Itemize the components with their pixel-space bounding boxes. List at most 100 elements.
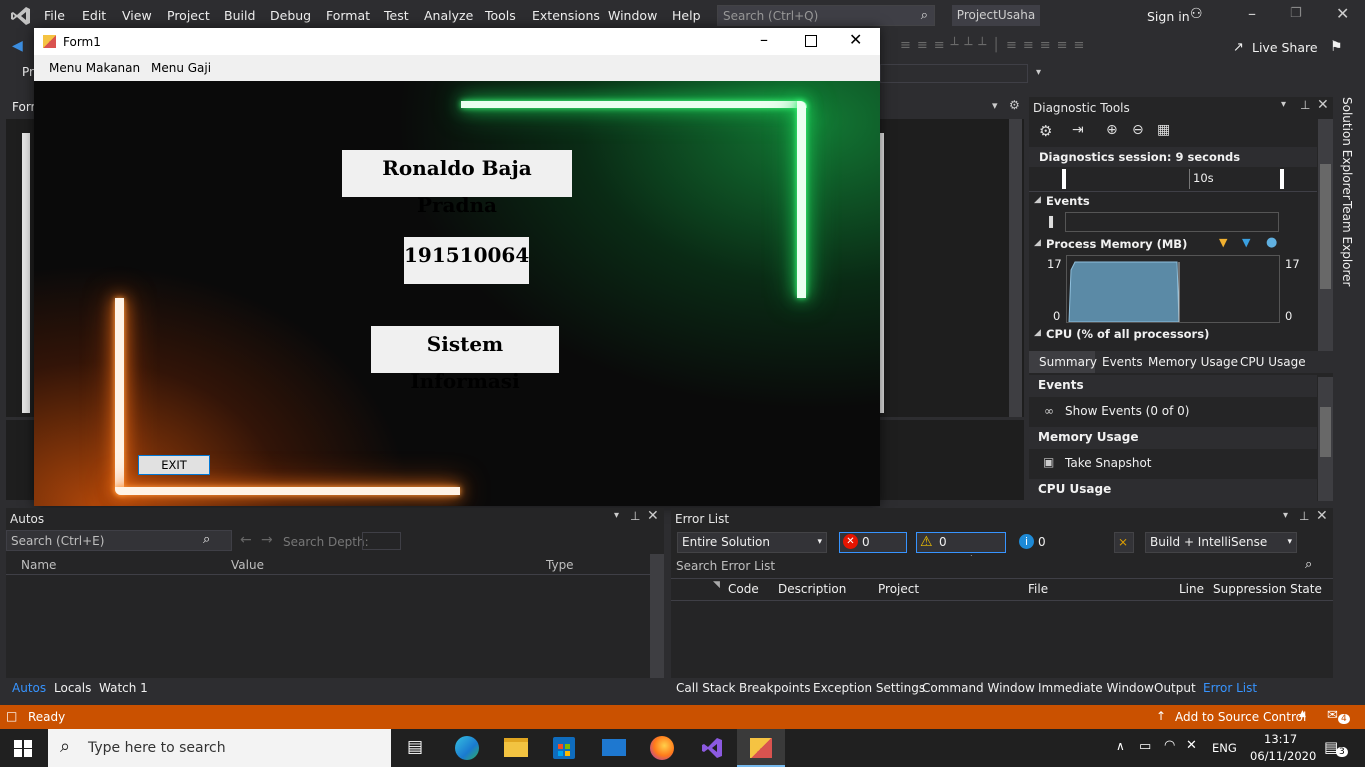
tab-events[interactable]: Events	[1102, 355, 1143, 369]
errors-menu-icon[interactable]: ▾	[1283, 510, 1288, 521]
taskbar-search-box[interactable]: ⌕ Type here to search	[48, 729, 391, 767]
menu-build[interactable]: Build	[224, 8, 255, 23]
col-file[interactable]: File	[1028, 582, 1048, 596]
file-explorer-icon[interactable]	[504, 738, 528, 757]
menu-gaji[interactable]: Menu Gaji	[151, 61, 211, 75]
autos-close-icon[interactable]: ✕	[647, 508, 659, 524]
edge-icon[interactable]	[455, 736, 479, 760]
tab-error-list[interactable]: Error List	[1203, 681, 1257, 695]
collapse-memory-icon[interactable]: ◢	[1034, 238, 1041, 248]
errors-close-icon[interactable]: ✕	[1316, 508, 1328, 524]
col-line[interactable]: Line	[1179, 582, 1204, 596]
reset-view-icon[interactable]: ▦	[1157, 122, 1170, 138]
editor-tab[interactable]: Forr	[12, 100, 35, 114]
back-arrow-icon[interactable]: ←	[240, 532, 252, 548]
windows-start-icon[interactable]	[14, 740, 32, 757]
form-minimize-icon[interactable]: –	[760, 30, 768, 49]
error-search-icon[interactable]: ⌕	[1305, 557, 1312, 572]
firefox-icon[interactable]	[650, 736, 674, 760]
autos-search-icon[interactable]: ⌕	[203, 532, 210, 547]
tab-immediate-window[interactable]: Immediate Window	[1038, 681, 1154, 695]
restore-icon[interactable]: ❐	[1290, 6, 1302, 21]
col-code[interactable]: Code	[728, 582, 759, 596]
task-view-icon[interactable]: ▤	[407, 737, 423, 757]
diag-lower-scroll-thumb[interactable]	[1320, 407, 1331, 457]
battery-icon[interactable]: ▭	[1139, 739, 1151, 754]
tab-breakpoints[interactable]: Breakpoints	[739, 681, 810, 695]
tab-watch1[interactable]: Watch 1	[99, 681, 148, 695]
form-close-icon[interactable]: ✕	[849, 30, 862, 49]
col-type[interactable]: Type	[546, 558, 574, 572]
source-control-arrow-icon[interactable]: ▲	[1299, 709, 1306, 719]
form1-window[interactable]: Form1 – ✕ Menu Makanan Menu Gaji Ronaldo…	[34, 28, 880, 506]
menu-file[interactable]: File	[44, 8, 65, 23]
clock-time[interactable]: 13:17	[1264, 732, 1297, 746]
autos-pin-icon[interactable]: ⊥	[630, 509, 640, 523]
diag-upper-scroll-thumb[interactable]	[1320, 164, 1331, 289]
tab-summary[interactable]: Summary	[1039, 355, 1097, 369]
menu-view[interactable]: View	[122, 8, 152, 23]
solution-explorer-tab[interactable]: Solution Explorer	[1340, 97, 1354, 200]
add-to-source-control[interactable]: Add to Source Control	[1175, 710, 1306, 724]
show-events-link[interactable]: Show Events (0 of 0)	[1065, 404, 1189, 418]
editor-scrollbar[interactable]	[1009, 119, 1022, 417]
zoom-in-icon[interactable]: ⊕	[1106, 122, 1118, 138]
forward-arrow-icon[interactable]: →	[261, 532, 273, 548]
col-suppression-state[interactable]: Suppression State	[1213, 582, 1322, 596]
exit-button[interactable]: EXIT	[138, 455, 210, 475]
visual-studio-taskbar-icon[interactable]	[700, 736, 724, 760]
diag-lower-scrollbar[interactable]	[1318, 377, 1333, 501]
form-maximize-icon[interactable]	[805, 35, 817, 47]
autos-scrollbar[interactable]	[650, 554, 664, 678]
member-dropdown[interactable]	[880, 64, 1028, 83]
menu-project[interactable]: Project	[167, 8, 210, 23]
error-search-input[interactable]: Search Error List ⌕	[671, 556, 1333, 576]
panel-menu-icon[interactable]: ▾	[1281, 99, 1286, 110]
menu-tools[interactable]: Tools	[485, 8, 516, 23]
language-indicator[interactable]: ENG	[1212, 741, 1237, 755]
volume-muted-icon[interactable]: ✕	[1186, 738, 1197, 753]
autos-menu-icon[interactable]: ▾	[614, 510, 619, 521]
diag-upper-scrollbar[interactable]	[1318, 119, 1333, 351]
errors-pin-icon[interactable]: ⊥	[1299, 509, 1309, 523]
tab-call-stack[interactable]: Call Stack	[676, 681, 735, 695]
menu-help[interactable]: Help	[672, 8, 701, 23]
tab-memory-usage[interactable]: Memory Usage	[1148, 355, 1238, 369]
take-snapshot-button[interactable]: Take Snapshot	[1065, 456, 1152, 470]
menu-test[interactable]: Test	[384, 8, 409, 23]
build-filter-dropdown[interactable]: Build + IntelliSense ▾	[1145, 532, 1297, 553]
wifi-icon[interactable]: ◠	[1164, 738, 1175, 753]
timeline-end-handle[interactable]	[1280, 169, 1284, 189]
mail-icon[interactable]	[602, 739, 626, 756]
timeline-start-handle[interactable]	[1062, 169, 1066, 189]
messages-filter-button[interactable]: i 0 Messages	[1015, 532, 1103, 568]
collapse-cpu-icon[interactable]: ◢	[1034, 328, 1041, 338]
zoom-out-icon[interactable]: ⊖	[1132, 122, 1144, 138]
live-share-icon[interactable]: ↗	[1233, 40, 1244, 55]
tab-exception-settings[interactable]: Exception Settings	[813, 681, 925, 695]
clock-date[interactable]: 06/11/2020	[1250, 749, 1316, 763]
menu-extensions[interactable]: Extensions	[532, 8, 600, 23]
col-project[interactable]: Project	[878, 582, 919, 596]
break-icon[interactable]: ❚	[1046, 214, 1056, 228]
autos-search-input[interactable]: Search (Ctrl+E) ⌕	[6, 530, 232, 551]
minimize-icon[interactable]: –	[1248, 4, 1256, 23]
feedback-icon[interactable]: ⚑	[1330, 39, 1343, 55]
vs-search-box[interactable]: Search (Ctrl+Q) ⌕	[717, 5, 935, 26]
settings-icon[interactable]: ⚙	[1039, 122, 1052, 140]
col-name[interactable]: Name	[21, 558, 56, 572]
export-icon[interactable]: ⇥	[1072, 122, 1084, 138]
search-depth-dropdown[interactable]	[362, 532, 401, 550]
tab-dropdown-icon[interactable]: ▾	[992, 99, 998, 112]
tray-overflow-icon[interactable]: ∧	[1116, 739, 1125, 753]
filter-toggle-button[interactable]: ⨯	[1114, 532, 1134, 553]
menu-edit[interactable]: Edit	[82, 8, 106, 23]
gear-icon[interactable]: ⚙	[1009, 98, 1020, 112]
menu-analyze[interactable]: Analyze	[424, 8, 473, 23]
tab-command-window[interactable]: Command Window	[922, 681, 1035, 695]
back-icon[interactable]: ◀	[12, 38, 23, 54]
menu-window[interactable]: Window	[608, 8, 657, 23]
menu-makanan[interactable]: Menu Makanan	[49, 61, 140, 75]
form-app-taskbar-button[interactable]	[737, 729, 785, 767]
live-share-button[interactable]: Live Share	[1252, 40, 1318, 55]
